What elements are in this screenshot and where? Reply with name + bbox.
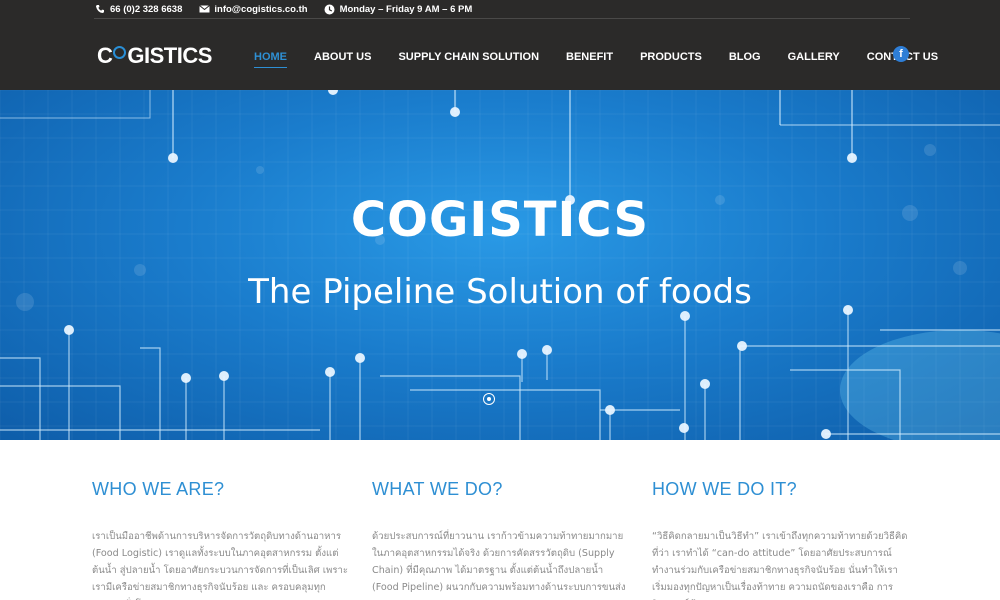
- logo-ring: [113, 45, 127, 59]
- nav-item-benefit[interactable]: BENEFIT: [566, 51, 613, 65]
- nav-item-home[interactable]: HOME: [254, 51, 287, 68]
- hero-subtitle: The Pipeline Solution of foods: [248, 272, 752, 312]
- section-body: เราเป็นมืออาชีพด้านการบริหารจัดการวัตถุด…: [92, 531, 349, 600]
- phone-icon: [94, 3, 106, 15]
- main-navigation: HOME ABOUT US SUPPLY CHAIN SOLUTION BENEFIT…: [254, 49, 965, 68]
- who-we-are-section: WHO WE ARE? เราเป็นมืออาชีพด้านการบริหาร…: [92, 479, 352, 600]
- clock-icon: [324, 3, 336, 15]
- site-logo[interactable]: C GISTICS: [97, 43, 212, 69]
- site-header: 66 (0)2 328 6638 info@cogistics.co.th Mo…: [0, 0, 1000, 90]
- hero-slider: COGISTICS The Pipeline Solution of foods: [0, 90, 1000, 440]
- slider-pagination-dot[interactable]: [483, 393, 495, 405]
- logo-text: GISTICS: [127, 43, 212, 68]
- nav-item-supply-chain-solution[interactable]: SUPPLY CHAIN SOLUTION: [398, 51, 539, 65]
- facebook-icon[interactable]: f: [893, 46, 909, 62]
- envelope-icon: [198, 3, 210, 15]
- nav-item-gallery[interactable]: GALLERY: [788, 51, 840, 65]
- nav-item-about-us[interactable]: ABOUT US: [314, 51, 371, 65]
- how-we-do-it-section: HOW WE DO IT? “วิธีคิดกลายมาเป็นวิธีทำ” …: [652, 479, 912, 600]
- section-heading: HOW WE DO IT?: [652, 479, 797, 499]
- nav-item-blog[interactable]: BLOG: [729, 51, 761, 65]
- top-info-bar: 66 (0)2 328 6638 info@cogistics.co.th Mo…: [94, 0, 910, 19]
- phone-number: 66 (0)2 328 6638: [110, 3, 183, 15]
- phone-contact[interactable]: 66 (0)2 328 6638: [94, 3, 182, 15]
- section-body: “วิธีคิดกลายมาเป็นวิธีทำ” เราเข้าถึงทุกค…: [652, 531, 908, 600]
- office-hours: Monday – Friday 9 AM – 6 PM: [324, 3, 473, 15]
- nav-item-products[interactable]: PRODUCTS: [640, 51, 702, 65]
- what-we-do-section: WHAT WE DO? ด้วยประสบการณ์ที่ยาวนาน เราก…: [372, 479, 632, 600]
- section-heading: WHO WE ARE?: [92, 479, 225, 499]
- email-address: info@cogistics.co.th: [214, 3, 308, 15]
- hero-title: COGISTICS: [350, 192, 650, 248]
- logo-letter-c: C: [97, 43, 113, 68]
- section-heading: WHAT WE DO?: [372, 479, 503, 499]
- office-hours-text: Monday – Friday 9 AM – 6 PM: [339, 3, 473, 15]
- email-contact[interactable]: info@cogistics.co.th: [198, 3, 308, 15]
- section-body: ด้วยประสบการณ์ที่ยาวนาน เราก้าวข้ามความท…: [372, 531, 626, 600]
- circuit-background: [0, 90, 1000, 440]
